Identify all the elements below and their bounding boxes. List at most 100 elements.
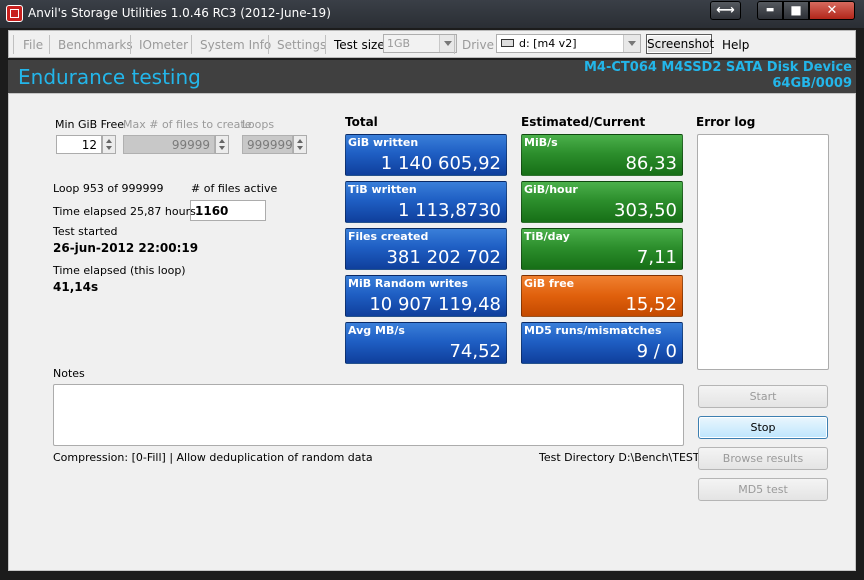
menu-separator [49, 35, 50, 54]
tile-label: MiB Random writes [348, 277, 469, 290]
min-gib-free-input[interactable]: 12 [56, 135, 102, 154]
loop-time-value: 41,14s [53, 280, 99, 294]
max-files-label: Max # of files to create [123, 118, 252, 131]
tile-avg-mbs: Avg MB/s 74,52 [345, 322, 507, 364]
tile-label: MD5 runs/mismatches [524, 324, 662, 337]
tile-mib-random-writes: MiB Random writes 10 907 119,48 [345, 275, 507, 317]
md5-test-button[interactable]: MD5 test [698, 478, 828, 501]
error-log-heading: Error log [696, 115, 756, 129]
chevron-down-icon[interactable] [623, 35, 640, 52]
test-started-value: 26-jun-2012 22:00:19 [53, 241, 199, 255]
main-panel: Min GiB Free Max # of files to create Lo… [8, 93, 856, 571]
menu-settings[interactable]: Settings [277, 38, 326, 52]
error-log-box[interactable] [697, 134, 829, 370]
resize-arrows-button[interactable]: ⟷ [710, 1, 741, 20]
tile-label: GiB/hour [524, 183, 578, 196]
test-directory: Test Directory D:\Bench\TEST [539, 451, 700, 464]
menu-bar: File Benchmarks IOmeter System Info Sett… [8, 30, 856, 58]
menu-separator [454, 35, 455, 54]
files-active-label: # of files active [191, 182, 278, 195]
tile-value: 1 113,8730 [397, 200, 501, 221]
close-button[interactable]: ✕ [809, 1, 855, 20]
tile-tib-per-day: TiB/day 7,11 [521, 228, 683, 270]
menu-benchmarks[interactable]: Benchmarks [58, 38, 133, 52]
page-header: Endurance testing M4-CT064 M4SSD2 SATA D… [8, 60, 856, 93]
test-size-label: Test size [334, 38, 385, 52]
tile-value: 86,33 [625, 153, 677, 174]
loop-counter: Loop 953 of 999999 [53, 182, 164, 195]
menu-separator [268, 35, 269, 54]
tile-value: 15,52 [625, 294, 677, 315]
menu-separator [191, 35, 192, 54]
tile-gib-per-hour: GiB/hour 303,50 [521, 181, 683, 223]
max-files-stepper[interactable] [215, 135, 229, 154]
menu-iometer[interactable]: IOmeter [139, 38, 188, 52]
arrow-up-icon[interactable] [219, 139, 225, 143]
menu-separator [130, 35, 131, 54]
title-bar: Anvil's Storage Utilities 1.0.46 RC3 (20… [0, 0, 864, 28]
menu-help[interactable]: Help [722, 38, 749, 52]
drive-icon [501, 39, 514, 47]
arrow-up-icon[interactable] [297, 139, 303, 143]
stop-button[interactable]: Stop [698, 416, 828, 439]
tile-value: 10 907 119,48 [369, 294, 501, 315]
start-button[interactable]: Start [698, 385, 828, 408]
drive-select[interactable]: d: [m4 v2] [496, 34, 641, 53]
tile-value: 9 / 0 [636, 341, 677, 362]
menu-system-info[interactable]: System Info [200, 38, 271, 52]
tile-label: GiB free [524, 277, 575, 290]
app-logo-icon [6, 5, 23, 22]
drive-value: d: [m4 v2] [519, 37, 577, 50]
tile-md5-runs: MD5 runs/mismatches 9 / 0 [521, 322, 683, 364]
arrow-up-icon[interactable] [106, 139, 112, 143]
drive-label: Drive [462, 38, 494, 52]
arrow-down-icon[interactable] [106, 146, 112, 150]
test-size-value: 1GB [387, 37, 411, 50]
tile-files-created: Files created 381 202 702 [345, 228, 507, 270]
window-title: Anvil's Storage Utilities 1.0.46 RC3 (20… [28, 6, 331, 20]
tile-value: 303,50 [614, 200, 677, 221]
tile-value: 74,52 [449, 341, 501, 362]
loop-time-label: Time elapsed (this loop) [53, 264, 186, 277]
device-name: M4-CT064 M4SSD2 SATA Disk Device [583, 60, 852, 75]
total-heading: Total [345, 115, 378, 129]
arrow-down-icon[interactable] [219, 146, 225, 150]
tile-value: 7,11 [636, 247, 677, 268]
compression-info: Compression: [0-Fill] | Allow deduplicat… [53, 451, 373, 464]
min-gib-free-label: Min GiB Free [55, 118, 124, 131]
time-elapsed: Time elapsed 25,87 hours [53, 205, 196, 218]
loops-label: Loops [242, 118, 275, 131]
menu-file[interactable]: File [23, 38, 43, 52]
loops-stepper[interactable] [293, 135, 307, 154]
browse-results-button[interactable]: Browse results [698, 447, 828, 470]
arrow-down-icon[interactable] [297, 146, 303, 150]
estimated-heading: Estimated/Current [521, 115, 646, 129]
tile-value: 381 202 702 [386, 247, 501, 268]
tile-tib-written: TiB written 1 113,8730 [345, 181, 507, 223]
loops-input[interactable]: 999999 [242, 135, 293, 154]
files-active-field[interactable]: 1160 [190, 200, 266, 221]
tile-label: TiB written [348, 183, 417, 196]
test-started-label: Test started [53, 225, 118, 238]
tile-gib-free: GiB free 15,52 [521, 275, 683, 317]
tile-mib-per-s: MiB/s 86,33 [521, 134, 683, 176]
tile-value: 1 140 605,92 [380, 153, 501, 174]
tile-label: Avg MB/s [348, 324, 405, 337]
notes-label: Notes [53, 367, 85, 380]
device-size: 64GB/0009 [772, 76, 852, 91]
screenshot-button[interactable]: Screenshot [646, 34, 714, 54]
minimize-button[interactable]: ▬ [757, 1, 783, 20]
test-size-select[interactable]: 1GB [383, 34, 457, 53]
menu-grip [13, 35, 14, 54]
tile-label: MiB/s [524, 136, 558, 149]
maximize-button[interactable]: ■ [783, 1, 809, 20]
tile-label: TiB/day [524, 230, 570, 243]
tile-gib-written: GiB written 1 140 605,92 [345, 134, 507, 176]
menu-separator [325, 35, 326, 54]
notes-field[interactable] [53, 384, 684, 446]
tile-label: Files created [348, 230, 429, 243]
min-gib-free-stepper[interactable] [102, 135, 116, 154]
max-files-input[interactable]: 99999 [123, 135, 215, 154]
tile-label: GiB written [348, 136, 419, 149]
page-title: Endurance testing [18, 65, 201, 89]
